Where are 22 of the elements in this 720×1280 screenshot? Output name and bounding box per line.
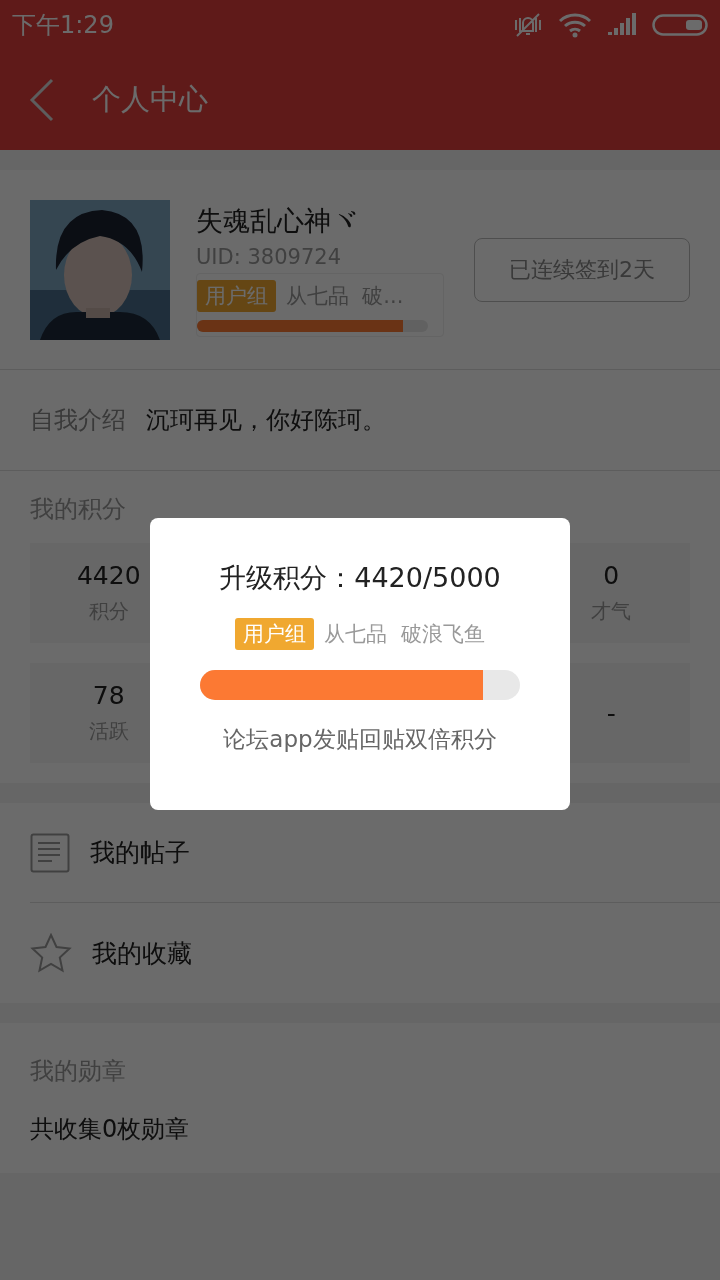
battery-icon <box>652 13 708 37</box>
dialog-note: 论坛app发贴回贴双倍积分 <box>223 725 497 754</box>
points-value: 0 <box>603 561 620 590</box>
menu-item[interactable]: 我的收藏 <box>30 903 720 1003</box>
dialog-title: 升级积分：4420/5000 <box>219 561 501 595</box>
intro-text: 沉珂再见，你好陈珂。 <box>146 405 386 436</box>
page-title: 个人中心 <box>92 81 208 118</box>
wifi-icon <box>558 12 592 38</box>
medal-count: 共收集0枚勋章 <box>30 1114 191 1145</box>
status-time: 下午1:29 <box>12 10 114 41</box>
user-name: 失魂乱心神ヾ <box>196 203 359 238</box>
points-value: 78 <box>92 681 125 710</box>
group-tag: 用户组 <box>235 618 315 650</box>
document-icon <box>30 832 70 873</box>
group-name: 从七品 破浪飞鱼 <box>324 621 485 648</box>
back-icon[interactable] <box>28 78 56 122</box>
group-tag: 用户组 <box>197 279 276 312</box>
vibrate-muted-icon <box>512 12 544 38</box>
star-icon <box>30 933 72 973</box>
signal-icon <box>606 13 638 37</box>
points-value: 4420 <box>76 561 141 590</box>
points-value: - <box>606 698 616 728</box>
